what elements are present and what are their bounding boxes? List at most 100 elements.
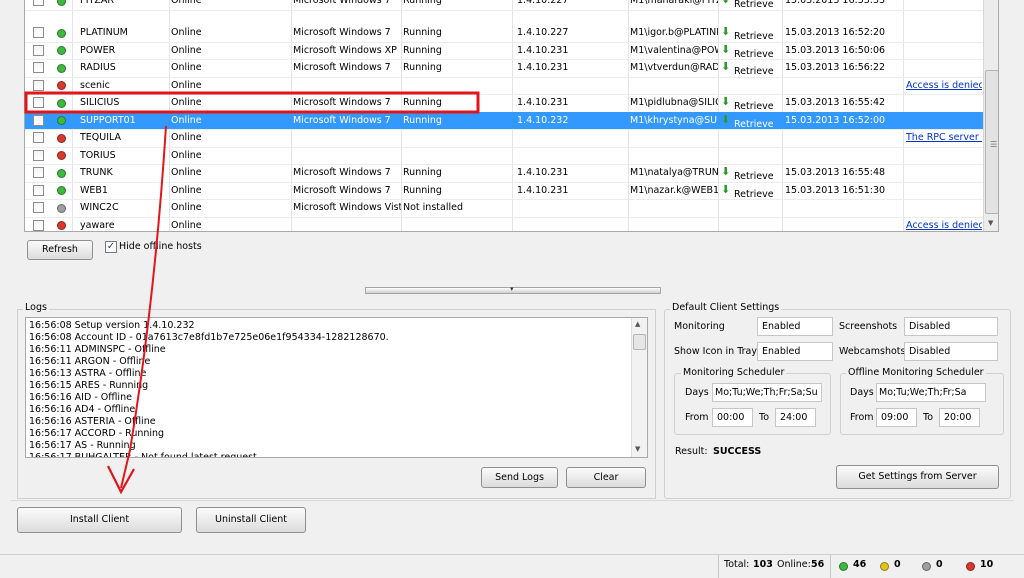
row-checkbox[interactable] (33, 167, 44, 178)
webcam-field[interactable]: Disabled (904, 342, 998, 361)
host-status-cell: Online (171, 184, 202, 196)
host-row[interactable]: scenic Online Access is denied. (25, 77, 983, 95)
row-divider (25, 9, 983, 11)
status-dot-icon (57, 0, 66, 6)
host-row[interactable]: TORIUS Online (25, 147, 983, 165)
host-state-cell: Running (403, 44, 442, 56)
log-line: 16:56:15 ARES - Running (29, 380, 149, 391)
host-row[interactable]: PITZAR Online Microsoft Windows 7 Running 1.… (25, 0, 983, 10)
hosts-table[interactable]: PITZAR Online Microsoft Windows 7 Running 1.… (24, 0, 999, 232)
host-note-cell[interactable]: Access is denied. (906, 217, 982, 232)
tray-field[interactable]: Enabled (757, 342, 833, 361)
host-name-cell: RADIUS (80, 62, 116, 73)
logs-textbox[interactable]: 16:56:08 Setup version 1.4.10.232 16:56:0… (25, 317, 648, 458)
host-row[interactable]: PLATINUM Online Microsoft Windows 7 Running… (25, 24, 983, 42)
from-label: From (850, 412, 874, 423)
host-status-cell: Online (171, 79, 202, 91)
row-checkbox[interactable] (33, 202, 44, 213)
refresh-button[interactable]: Refresh (27, 240, 93, 260)
scrollbar-thumb[interactable]: ☰ (985, 70, 998, 214)
host-version-cell: 1.4.10.231 (517, 97, 569, 108)
host-row[interactable]: TRUNK Online Microsoft Windows 7 Running 1.4… (25, 164, 983, 182)
log-line: 16:56:13 ASTRA - Offline (29, 368, 147, 379)
ms-days-field[interactable]: Mo;Tu;We;Th;Fr;Sa;Su (712, 383, 822, 402)
logs-scrollbar[interactable]: ▲ ▼ (631, 318, 647, 457)
install-client-button[interactable]: Install Client (17, 507, 182, 533)
screenshots-field[interactable]: Disabled (904, 317, 998, 336)
status-green-icon (839, 562, 848, 571)
hosts-scrollbar[interactable]: ☰ ▼ (983, 0, 998, 231)
host-date-cell: 15.03.2013 16:55:42 (785, 97, 886, 108)
row-checkbox[interactable] (33, 0, 44, 6)
host-os-cell: Microsoft Windows Vista (293, 202, 401, 213)
ms-from-field[interactable]: 00:00 (712, 408, 753, 427)
host-os-cell: Microsoft Windows 7 (293, 167, 391, 178)
host-state-cell: Running (403, 167, 442, 178)
host-row[interactable]: TEQUILA Online The RPC server i (25, 129, 983, 147)
download-icon: ⬇ (721, 165, 731, 178)
screenshots-label: Screenshots (839, 321, 898, 332)
status-dot-icon (57, 116, 66, 125)
get-settings-button[interactable]: Get Settings from Server (836, 465, 999, 489)
status-gray-icon (922, 562, 931, 571)
host-os-cell: Microsoft Windows 7 (293, 114, 391, 126)
host-status-cell: Online (171, 0, 202, 6)
oms-to-field[interactable]: 20:00 (939, 408, 980, 427)
log-line: 16:56:17 BUHGALTER - Not found latest re… (29, 452, 257, 458)
host-status-cell: Online (171, 167, 202, 178)
row-checkbox[interactable] (33, 184, 44, 196)
host-note-cell[interactable]: Access is denied. (906, 77, 982, 95)
scrollbar-thumb[interactable] (633, 334, 646, 350)
hide-offline-checkbox[interactable]: ✓ (105, 241, 117, 253)
row-checkbox[interactable] (33, 62, 44, 73)
row-checkbox[interactable] (33, 219, 44, 231)
host-row[interactable]: WINC2C Online Microsoft Windows Vista Not i… (25, 199, 983, 217)
ms-to-field[interactable]: 24:00 (775, 408, 816, 427)
host-version-cell: 1.4.10.232 (517, 114, 569, 126)
host-row[interactable]: yaware Online Access is denied. (25, 217, 983, 232)
row-checkbox[interactable] (33, 27, 44, 38)
status-dot-icon (57, 81, 66, 90)
host-state-cell: Running (403, 62, 442, 73)
host-row[interactable]: POWER Online Microsoft Windows XP Running 1.… (25, 42, 983, 60)
status-dot-icon (57, 221, 66, 230)
oms-from-field[interactable]: 09:00 (876, 408, 917, 427)
host-user-cell: M1\natalya@TRUN (630, 167, 718, 178)
host-name-cell: WINC2C (80, 202, 119, 213)
host-name-cell: TEQUILA (80, 132, 122, 143)
oms-days-field[interactable]: Mo;Tu;We;Th;Fr;Sa (876, 383, 986, 402)
host-row[interactable]: SUPPORT01 Online Microsoft Windows 7 Runnin… (25, 111, 983, 130)
scroll-down-icon[interactable]: ▼ (635, 445, 640, 453)
host-user-cell: M1\khrystyna@SUP (630, 114, 718, 126)
row-checkbox[interactable] (33, 149, 44, 161)
gray-count: 0 (936, 559, 943, 570)
row-checkbox[interactable] (33, 79, 44, 91)
days-label: Days (850, 387, 874, 398)
host-row[interactable]: WEB1 Online Microsoft Windows 7 Running 1.4.… (25, 182, 983, 200)
host-row[interactable]: RADIUS Online Microsoft Windows 7 Running 1.… (25, 59, 983, 77)
host-state-cell: Running (403, 114, 442, 126)
host-date-cell: 15.03.2013 16:52:00 (785, 114, 886, 126)
clear-logs-button[interactable]: Clear (566, 467, 646, 488)
monitoring-field[interactable]: Enabled (757, 317, 833, 336)
row-checkbox[interactable] (33, 132, 44, 143)
host-name-cell: SUPPORT01 (80, 114, 136, 126)
panel-splitter[interactable]: ▾ (365, 285, 661, 294)
row-checkbox[interactable] (33, 44, 44, 56)
download-icon: ⬇ (721, 182, 731, 196)
host-row[interactable]: SILICIUS Online Microsoft Windows 7 Running… (25, 94, 983, 112)
host-note-cell[interactable]: The RPC server i (906, 129, 982, 147)
row-checkbox[interactable] (33, 97, 44, 108)
row-checkbox[interactable] (33, 114, 44, 126)
download-icon: ⬇ (721, 0, 730, 8)
host-os-cell: Microsoft Windows 7 (293, 97, 391, 108)
scroll-down-icon[interactable]: ▼ (988, 219, 993, 227)
send-logs-button[interactable]: Send Logs (481, 467, 558, 488)
retrieve-label: Retrieve (734, 0, 774, 10)
scroll-up-icon[interactable]: ▲ (635, 320, 640, 328)
uninstall-client-button[interactable]: Uninstall Client (196, 507, 306, 533)
host-state-cell: Not installed (403, 202, 463, 213)
host-date-cell: 15.03.2013 16:56:22 (785, 62, 886, 73)
host-status-cell: Online (171, 62, 202, 73)
host-name-cell: PITZAR (80, 0, 114, 6)
